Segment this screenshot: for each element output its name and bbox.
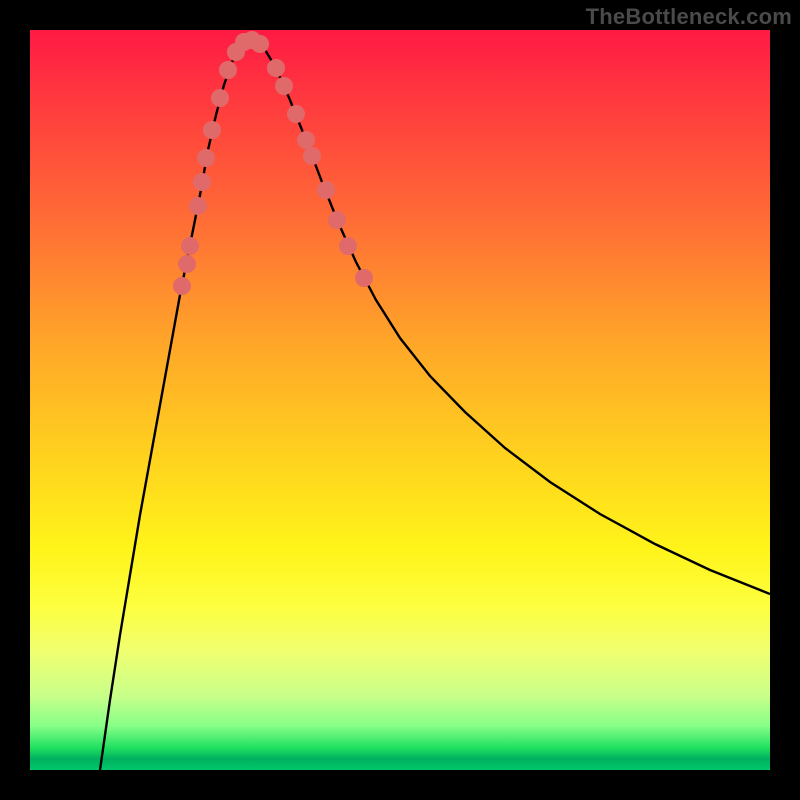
bead-right-7 <box>339 237 357 255</box>
data-beads-group <box>173 31 373 295</box>
bead-right-5 <box>317 181 335 199</box>
bead-right-1 <box>275 77 293 95</box>
bead-right-0 <box>267 59 285 77</box>
watermark-text: TheBottleneck.com <box>586 4 792 30</box>
bead-left-4 <box>193 173 211 191</box>
bead-right-2 <box>287 105 305 123</box>
plot-frame <box>30 30 770 770</box>
bead-right-3 <box>297 131 315 149</box>
bottleneck-curve-svg <box>30 30 770 770</box>
bead-left-6 <box>203 121 221 139</box>
bead-right-8 <box>355 269 373 287</box>
bead-left-0 <box>173 277 191 295</box>
bead-bottom-3 <box>251 35 269 53</box>
bead-left-5 <box>197 149 215 167</box>
bead-right-4 <box>303 147 321 165</box>
bead-left-2 <box>181 237 199 255</box>
bottleneck-curve <box>100 40 770 770</box>
bead-left-7 <box>211 89 229 107</box>
bead-right-6 <box>328 211 346 229</box>
bead-left-1 <box>178 255 196 273</box>
bead-left-3 <box>189 197 207 215</box>
bead-left-8 <box>219 61 237 79</box>
